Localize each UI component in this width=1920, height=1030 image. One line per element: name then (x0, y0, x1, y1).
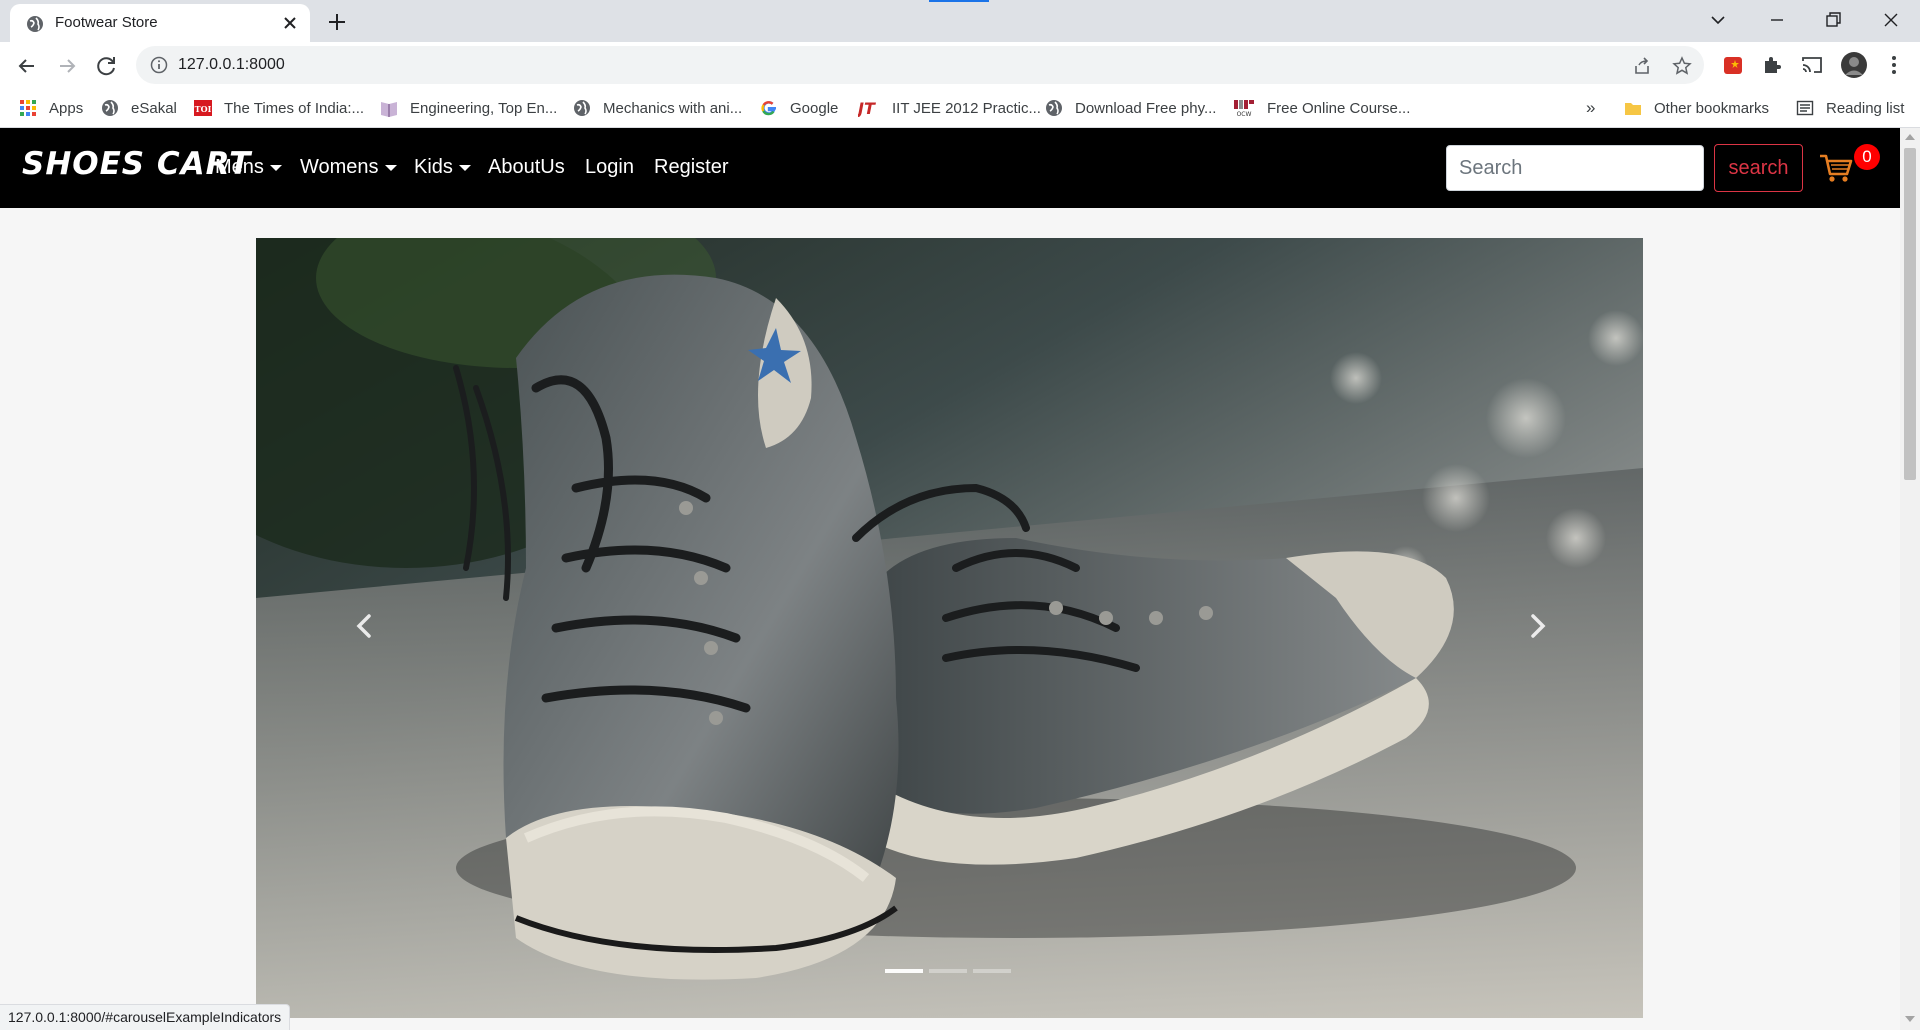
carousel-indicator[interactable] (929, 969, 967, 973)
scrollbar-thumb[interactable] (1904, 148, 1916, 480)
toi-icon: TOI (194, 100, 212, 116)
book-icon (381, 102, 397, 117)
tab-search-chevron-icon[interactable] (1706, 8, 1730, 32)
browser-toolbar: 127.0.0.1:8000 (0, 42, 1920, 88)
new-tab-plus-icon[interactable] (325, 10, 349, 34)
caret-down-icon (458, 164, 471, 171)
bookmark-free-online-course[interactable]: OCW Free Online Course... (1233, 96, 1410, 120)
bookmark-label: IIT JEE 2012 Practic... (892, 99, 1041, 117)
scroll-up-arrow-icon[interactable] (1905, 134, 1915, 140)
nav-login[interactable]: Login (585, 156, 634, 179)
other-bookmarks-label: Other bookmarks (1654, 99, 1770, 117)
nav-label: Womens (300, 156, 379, 178)
globe-icon (102, 100, 118, 116)
bookmark-label: eSakal (131, 99, 177, 117)
overflow-chevron: » (1586, 98, 1596, 117)
nav-register[interactable]: Register (654, 156, 728, 179)
nav-womens-dropdown[interactable]: Womens (300, 156, 397, 179)
bookmark-label: The Times of India:... (224, 99, 365, 117)
jt-icon: JT (858, 99, 876, 117)
caret-down-icon (384, 164, 397, 171)
bookmark-label: Download Free phy... (1075, 99, 1217, 117)
forward-arrow-icon[interactable] (54, 53, 80, 79)
search-button[interactable]: search (1714, 144, 1803, 192)
tab-loading-bar (929, 0, 989, 2)
url-text: 127.0.0.1:8000 (178, 56, 285, 73)
close-icon[interactable] (280, 13, 300, 33)
minimize-icon[interactable] (1765, 8, 1789, 32)
bookmark-star-icon[interactable] (1672, 56, 1692, 76)
carousel-indicator[interactable] (885, 969, 923, 973)
close-window-icon[interactable] (1879, 8, 1903, 32)
sneakers-slide-image (256, 238, 1643, 1018)
nav-label: Login (585, 156, 634, 178)
profile-avatar[interactable] (1840, 51, 1868, 79)
bookmark-mechanics[interactable]: Mechanics with ani... (573, 96, 742, 120)
globe-icon (574, 100, 590, 116)
cast-icon[interactable] (1800, 53, 1824, 77)
reading-list[interactable]: Reading list (1796, 96, 1904, 120)
nav-label: AboutUs (488, 156, 565, 178)
nav-mens-dropdown[interactable]: Mens (215, 156, 282, 179)
carousel-indicator[interactable] (973, 969, 1011, 973)
bookmark-times-of-india[interactable]: TOI The Times of India:... (194, 96, 364, 120)
tab-title: Footwear Store (55, 14, 158, 31)
bookmark-download-free[interactable]: Download Free phy... (1045, 96, 1216, 120)
reading-list-label: Reading list (1826, 99, 1905, 117)
bookmark-label: Free Online Course... (1267, 99, 1411, 117)
restore-icon[interactable] (1821, 8, 1845, 32)
other-bookmarks[interactable]: Other bookmarks (1624, 96, 1769, 120)
search-input[interactable] (1446, 145, 1704, 191)
nav-kids-dropdown[interactable]: Kids (414, 156, 471, 179)
svg-text:JT: JT (858, 99, 876, 117)
more-menu-icon[interactable] (1882, 53, 1906, 77)
nav-label: Kids (414, 156, 453, 178)
browser-tab[interactable]: Footwear Store (10, 4, 310, 42)
bookmark-label: Engineering, Top En... (410, 99, 558, 117)
svg-text:OCW: OCW (1237, 111, 1252, 117)
bookmark-esakal[interactable]: eSakal (101, 96, 177, 120)
shopping-cart-icon[interactable] (1819, 152, 1853, 184)
hero-carousel (256, 238, 1643, 1018)
browser-tab-strip: Footwear Store (0, 0, 1920, 42)
cart-count-badge: 0 (1854, 144, 1880, 170)
bookmark-iit-jee[interactable]: JT IIT JEE 2012 Practic... (858, 96, 1041, 120)
caret-down-icon (269, 164, 282, 171)
carousel-indicators (885, 969, 1011, 973)
link-status-bubble: 127.0.0.1:8000/#carouselExampleIndicator… (0, 1004, 291, 1030)
share-icon[interactable] (1632, 56, 1652, 76)
bookmark-engineering[interactable]: Engineering, Top En... (380, 96, 557, 120)
address-bar[interactable]: 127.0.0.1:8000 (136, 46, 1704, 84)
bookmark-apps[interactable]: Apps (19, 96, 83, 120)
globe-icon (1046, 100, 1062, 116)
site-info-icon[interactable] (150, 56, 168, 74)
folder-icon (1625, 103, 1641, 115)
nav-label: Register (654, 156, 729, 178)
nav-label: Mens (215, 156, 264, 178)
site-navbar: SHOES CART Mens Womens Kids AboutUs Logi… (0, 128, 1900, 208)
google-icon (761, 101, 776, 116)
carousel-next-chevron-icon[interactable] (1521, 606, 1553, 646)
carousel-prev-chevron-icon[interactable] (349, 606, 381, 646)
extension-red-icon[interactable] (1721, 53, 1745, 77)
bookmark-label: Apps (49, 99, 84, 117)
reading-list-icon (1796, 100, 1814, 116)
bookmarks-bar: Apps eSakal TOI The Times of India:... E… (0, 88, 1920, 128)
svg-text:TOI: TOI (195, 104, 212, 114)
nav-aboutus[interactable]: AboutUs (488, 156, 565, 179)
bookmark-label: Mechanics with ani... (603, 99, 743, 117)
page-scrollbar[interactable] (1900, 128, 1920, 1030)
reload-icon[interactable] (94, 53, 120, 79)
bookmark-label: Google (790, 99, 839, 117)
back-arrow-icon[interactable] (14, 53, 40, 79)
apps-grid-icon (20, 100, 36, 116)
extensions-puzzle-icon[interactable] (1760, 53, 1784, 77)
scroll-down-arrow-icon[interactable] (1905, 1016, 1915, 1022)
globe-icon (27, 16, 43, 32)
bookmarks-overflow-button[interactable]: » (1586, 96, 1595, 120)
bookmark-google[interactable]: Google (760, 96, 838, 120)
mit-icon: OCW (1233, 99, 1255, 117)
